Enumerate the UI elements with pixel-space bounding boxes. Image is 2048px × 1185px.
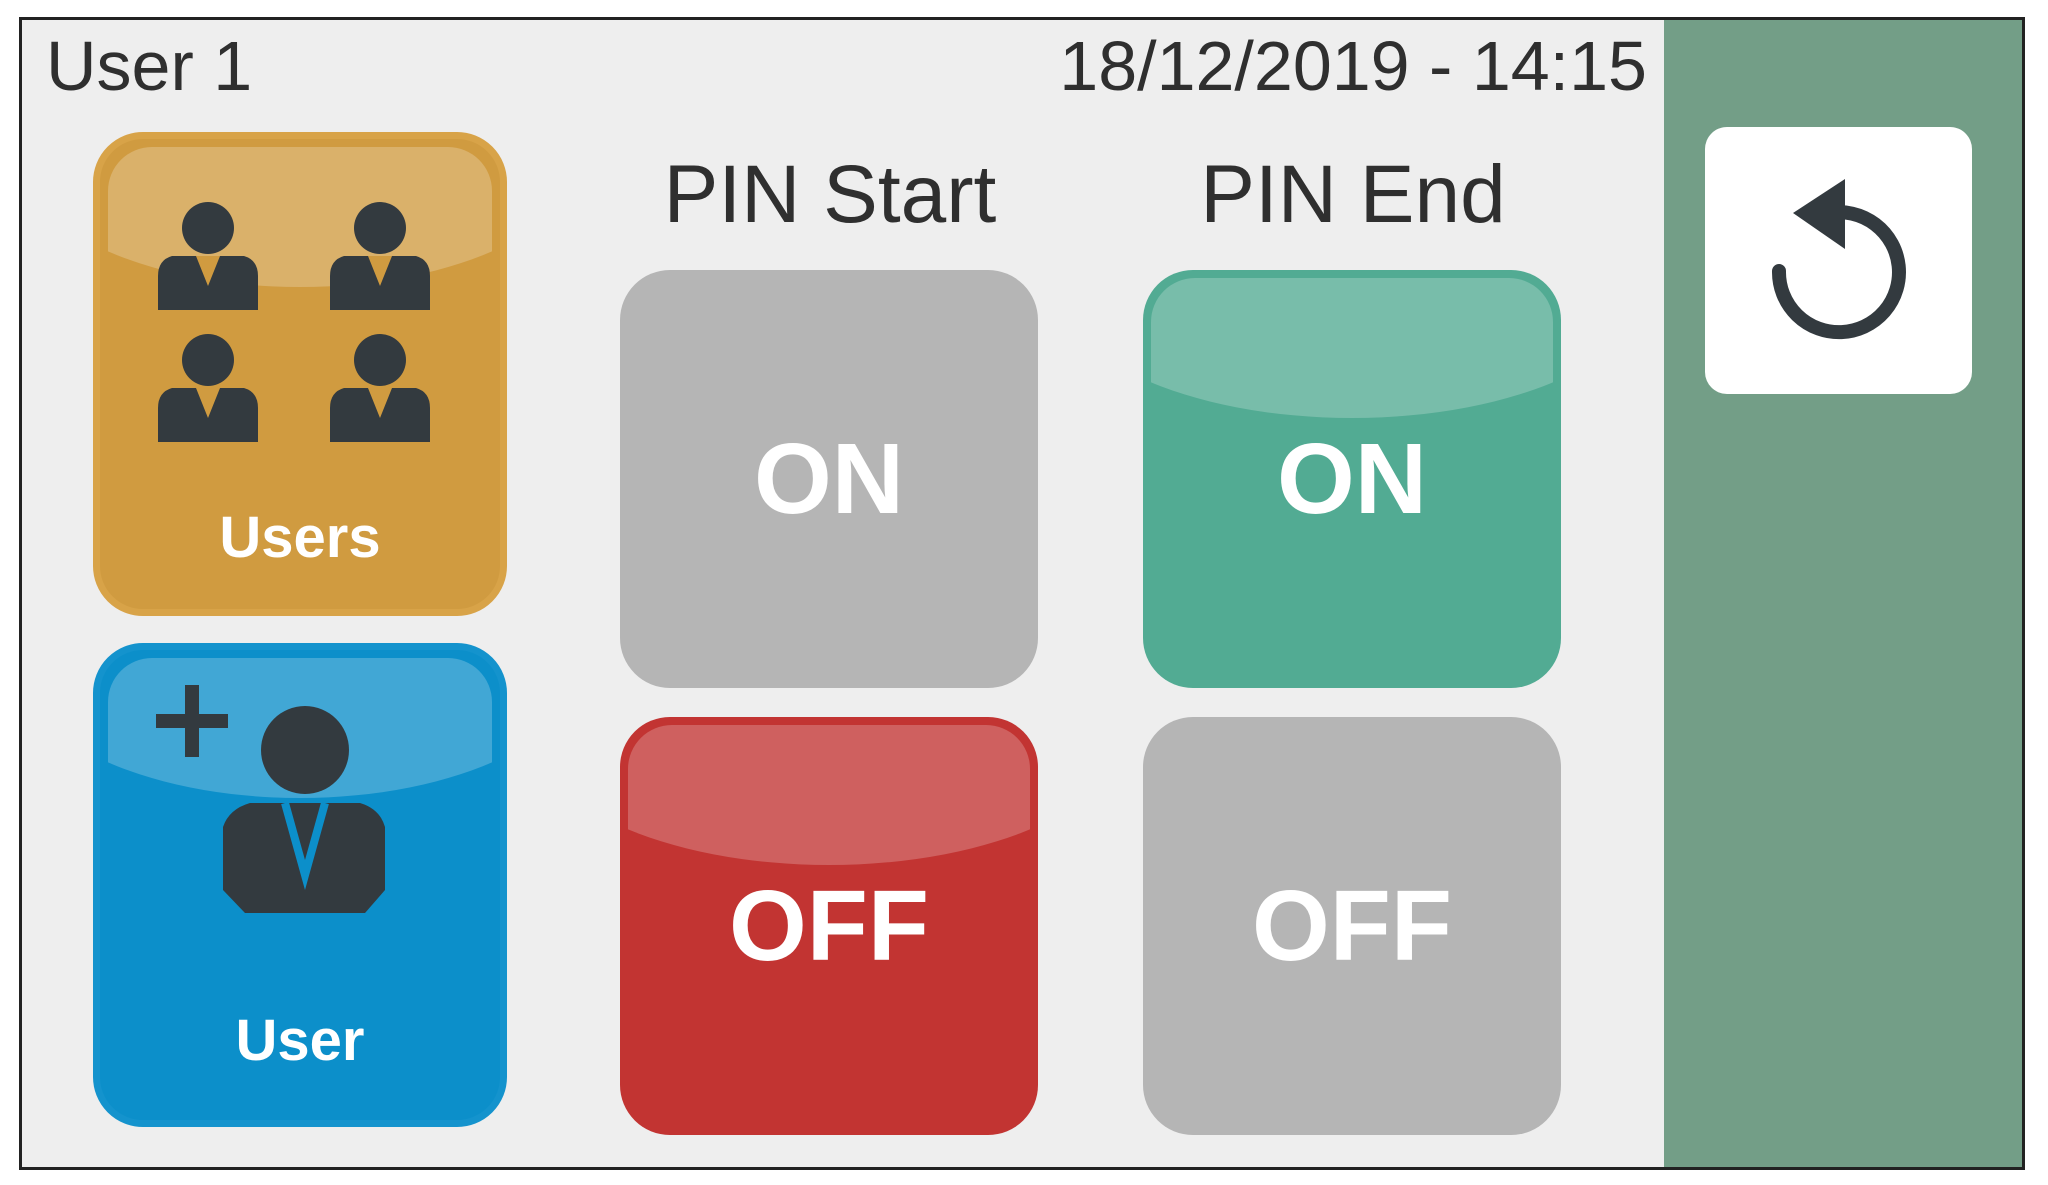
pin-start-off-button[interactable]: OFF [620,717,1038,1135]
pin-end-header: PIN End [1200,149,1506,240]
user-label: User [235,1008,365,1073]
back-button[interactable] [1705,127,1972,394]
off-label: OFF [729,869,929,982]
add-user-icon [156,685,385,913]
undo-icon [1771,178,1906,339]
add-user-button[interactable]: User [93,643,507,1127]
on-label: ON [1277,422,1427,535]
users-button[interactable]: Users [93,132,507,616]
device-screen: User 1 18/12/2019 - 14:15 Users User PIN… [19,17,2025,1170]
on-label: ON [754,422,904,535]
users-label: Users [219,505,381,570]
pin-start-on-button[interactable]: ON [620,270,1038,688]
pin-end-off-button[interactable]: OFF [1143,717,1561,1135]
users-group-icon [158,202,430,442]
datetime-display: 18/12/2019 - 14:15 [1059,27,1647,105]
off-label: OFF [1252,869,1452,982]
current-user-label: User 1 [46,27,253,105]
pin-start-header: PIN Start [663,149,997,240]
pin-end-on-button[interactable]: ON [1143,270,1561,688]
